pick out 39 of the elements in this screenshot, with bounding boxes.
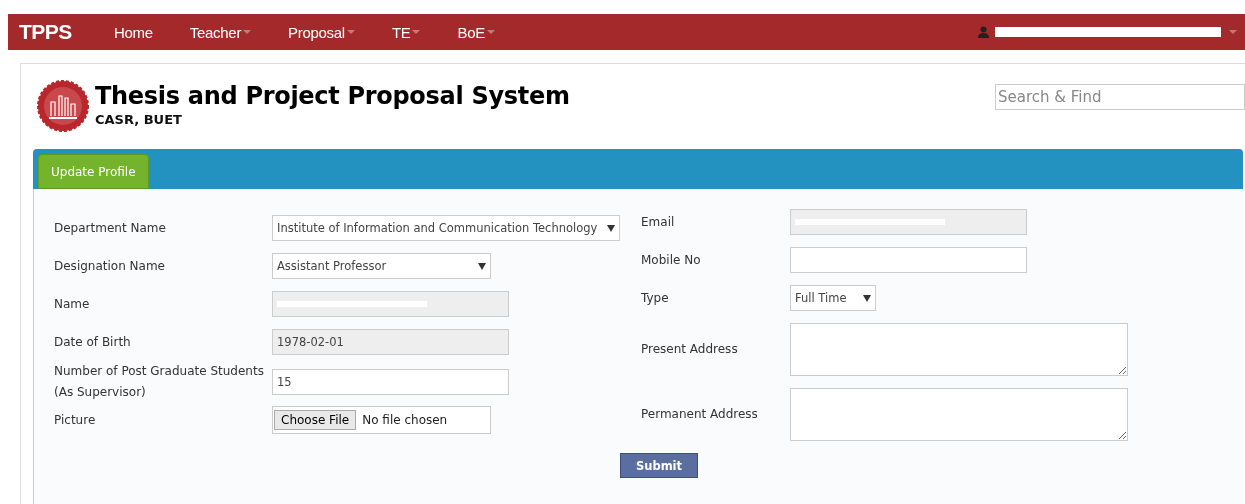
nav-link[interactable]: Teacher (189, 23, 252, 41)
file-status: No file chosen (362, 413, 448, 427)
nav-link[interactable]: TE (391, 23, 421, 41)
submit-button[interactable]: Submit (620, 453, 698, 478)
choose-file-button[interactable]: Choose File (274, 410, 357, 430)
field-label: Present Address (641, 341, 739, 358)
input-field[interactable] (790, 209, 1027, 235)
nav-link[interactable]: Proposal (288, 23, 355, 41)
dropdown-arrow-icon (478, 262, 486, 270)
nav-link[interactable]: BoE (457, 23, 495, 41)
field-label: Designation Name (54, 257, 166, 275)
input-field[interactable] (790, 247, 1027, 273)
brand-logo[interactable]: TPPS (19, 20, 101, 44)
input-field[interactable] (272, 291, 509, 317)
search-field[interactable]: Search & Find (995, 84, 1245, 110)
field-label: Type (641, 289, 670, 307)
field-label: Email (641, 213, 676, 231)
field-label: Mobile No (641, 251, 702, 269)
field-label: Number of Post Graduate Students (As Supervisor) (54, 363, 264, 401)
page-subtitle: CASR, BUET (95, 112, 183, 127)
text-area[interactable] (790, 323, 1128, 376)
page-title: Thesis and Project Proposal System (95, 81, 570, 112)
dropdown-arrow-icon (863, 294, 871, 302)
field-label: Picture (54, 411, 97, 429)
logo-icon (37, 80, 89, 132)
field-label: Permanent Address (641, 406, 759, 423)
input-field[interactable]: 15 (272, 369, 509, 395)
select-field[interactable]: Assistant Professor (272, 253, 491, 279)
field-label: Department Name (54, 219, 167, 237)
dropdown-arrow-icon (607, 224, 615, 232)
field-label: Name (54, 295, 91, 313)
select-field[interactable]: Institute of Information and Communication Technology (272, 215, 620, 241)
nav-link[interactable]: Home (114, 23, 153, 41)
file-field[interactable]: Choose File No file chosen (272, 406, 491, 434)
select-field[interactable]: Full Time (790, 285, 876, 311)
input-field[interactable]: 1978-02-01 (272, 329, 509, 355)
user-icon (978, 26, 989, 38)
text-area[interactable] (790, 388, 1128, 441)
field-label: Date of Birth (54, 333, 132, 351)
